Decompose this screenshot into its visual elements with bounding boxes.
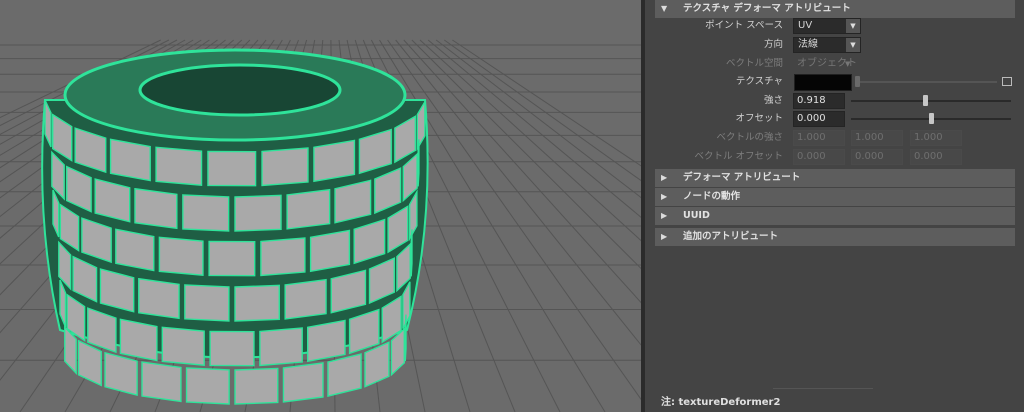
top-ring-inner — [138, 63, 342, 117]
brick — [184, 284, 230, 322]
brick — [119, 318, 158, 362]
brick — [182, 194, 230, 232]
brick — [138, 277, 180, 320]
brick — [209, 330, 255, 367]
node-note: 注: textureDeformer2 — [661, 397, 781, 408]
offset-slider-handle[interactable] — [929, 113, 934, 124]
strength-slider-handle[interactable] — [922, 95, 928, 106]
vector-strength-y-field: 1.000 — [851, 130, 903, 146]
row-vector-offset: ベクトル オフセット 0.000 0.000 0.000 — [655, 148, 1015, 166]
section-node-behavior[interactable]: ▶ ノードの動作 — [655, 188, 1015, 206]
viewport-3d[interactable] — [0, 0, 641, 412]
separator — [773, 388, 873, 389]
brick — [261, 147, 309, 187]
strength-label: 強さ — [763, 95, 783, 106]
brick — [234, 284, 280, 322]
brick — [208, 240, 256, 277]
vector-strength-x-field: 1.000 — [793, 130, 845, 146]
strength-slider-track[interactable] — [851, 100, 1011, 102]
section-uuid[interactable]: ▶ UUID — [655, 207, 1015, 225]
texture-label: テクスチャ — [735, 76, 783, 87]
row-direction: 方向 法線 ▼ — [655, 36, 1015, 54]
brick — [207, 150, 257, 187]
section-label: テクスチャ デフォーマ アトリビュート — [683, 3, 851, 14]
brick — [327, 353, 362, 397]
viewport-canvas[interactable] — [0, 0, 641, 412]
brick — [309, 229, 351, 273]
brick — [104, 351, 138, 397]
direction-dropdown[interactable]: 法線 ▼ — [793, 37, 861, 53]
section-label: UUID — [683, 210, 710, 221]
triangle-right-icon: ▶ — [661, 173, 668, 182]
row-vector-strength: ベクトルの強さ 1.000 1.000 1.000 — [655, 129, 1015, 147]
brick — [77, 339, 102, 387]
brick — [313, 139, 356, 183]
vector-offset-y-field: 0.000 — [851, 149, 903, 165]
section-texture-deformer[interactable]: ▼ テクスチャ デフォーマ アトリビュート — [655, 0, 1015, 18]
brick — [141, 361, 182, 403]
attribute-editor: ▼ テクスチャ デフォーマ アトリビュート ポイント スペース UV ▼ 方向 … — [645, 0, 1024, 412]
section-extra-attributes[interactable]: ▶ 追加のアトリビュート — [655, 228, 1015, 246]
brick — [115, 228, 155, 272]
section-label: 追加のアトリビュート — [683, 231, 779, 242]
row-vector-space: ベクトル空間 オブジェクト ▼ — [655, 55, 1015, 73]
brick — [364, 341, 390, 388]
vector-offset-x-field: 0.000 — [793, 149, 845, 165]
point-space-value: UV — [798, 20, 813, 31]
map-button-icon[interactable] — [1002, 77, 1012, 86]
vector-space-label: ベクトル空間 — [725, 58, 783, 69]
brick — [404, 314, 407, 362]
vector-offset-z-field: 0.000 — [910, 149, 962, 165]
section-label: ノードの動作 — [683, 191, 741, 202]
vector-offset-label: ベクトル オフセット — [694, 151, 783, 162]
brick — [109, 138, 151, 182]
vector-strength-z-field: 1.000 — [910, 130, 962, 146]
brick — [410, 229, 413, 277]
brick — [282, 362, 324, 403]
point-space-label: ポイント スペース — [705, 20, 783, 31]
brick — [284, 278, 327, 320]
triangle-right-icon: ▶ — [661, 232, 668, 241]
brick-wall-mesh[interactable] — [41, 48, 429, 405]
brick — [259, 327, 303, 367]
strength-field[interactable]: 0.918 — [793, 93, 845, 109]
row-strength: 強さ 0.918 — [655, 92, 1015, 110]
vector-space-dropdown: オブジェクト ▼ — [793, 56, 865, 72]
row-offset: オフセット 0.000 — [655, 110, 1015, 128]
brick — [417, 139, 420, 187]
chevron-down-icon: ▼ — [846, 19, 860, 33]
brick — [234, 367, 279, 405]
triangle-right-icon: ▶ — [661, 211, 668, 220]
texture-slider-handle[interactable] — [855, 76, 860, 87]
brick — [161, 326, 205, 366]
brick — [185, 367, 230, 405]
texture-slider-track[interactable] — [855, 81, 997, 83]
direction-value: 法線 — [798, 39, 818, 50]
offset-field[interactable]: 0.000 — [793, 111, 845, 127]
brick — [306, 319, 346, 363]
brick — [260, 237, 306, 277]
direction-label: 方向 — [763, 39, 783, 50]
row-texture: テクスチャ — [655, 73, 1015, 91]
triangle-right-icon: ▶ — [661, 192, 668, 201]
vector-strength-label: ベクトルの強さ — [716, 132, 783, 143]
row-point-space: ポイント スペース UV ▼ — [655, 17, 1015, 35]
point-space-dropdown[interactable]: UV ▼ — [793, 18, 861, 34]
brick — [286, 188, 331, 230]
chevron-down-icon: ▼ — [845, 60, 851, 68]
brick — [234, 194, 282, 232]
texture-color-swatch[interactable] — [794, 74, 852, 91]
triangle-down-icon: ▼ — [661, 4, 668, 13]
brick — [158, 236, 204, 276]
offset-label: オフセット — [735, 113, 783, 124]
brick — [134, 187, 178, 230]
brick — [155, 146, 203, 186]
section-label: デフォーマ アトリビュート — [683, 172, 801, 183]
section-deformer-attributes[interactable]: ▶ デフォーマ アトリビュート — [655, 169, 1015, 187]
chevron-down-icon: ▼ — [846, 38, 860, 52]
